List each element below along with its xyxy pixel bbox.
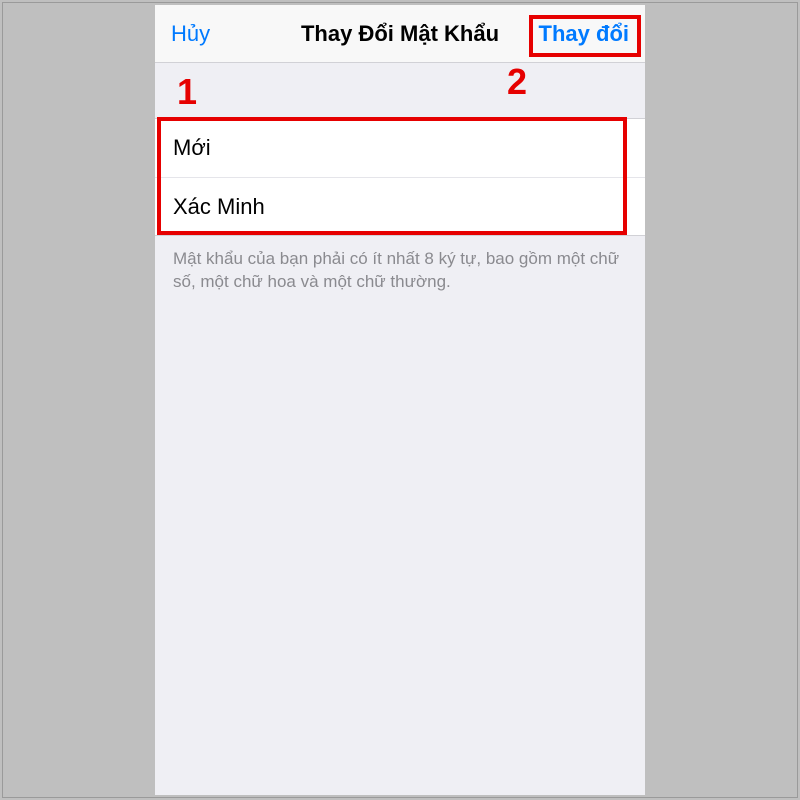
verify-password-field[interactable]: Xác Minh bbox=[155, 177, 645, 235]
phone-screen: Hủy Thay Đổi Mật Khẩu Thay đổi Mới Xác M… bbox=[155, 5, 645, 795]
page-title: Thay Đổi Mật Khẩu bbox=[301, 21, 499, 47]
section-spacer bbox=[155, 63, 645, 118]
cancel-button[interactable]: Hủy bbox=[171, 21, 210, 47]
navigation-bar: Hủy Thay Đổi Mật Khẩu Thay đổi bbox=[155, 5, 645, 63]
password-hint-text: Mật khẩu của bạn phải có ít nhất 8 ký tự… bbox=[155, 236, 645, 294]
new-password-label: Mới bbox=[173, 135, 211, 161]
new-password-field[interactable]: Mới bbox=[155, 119, 645, 177]
password-field-group: Mới Xác Minh bbox=[155, 118, 645, 236]
page-background: Hủy Thay Đổi Mật Khẩu Thay đổi Mới Xác M… bbox=[2, 2, 798, 798]
verify-password-label: Xác Minh bbox=[173, 194, 265, 220]
confirm-button[interactable]: Thay đổi bbox=[539, 21, 629, 47]
